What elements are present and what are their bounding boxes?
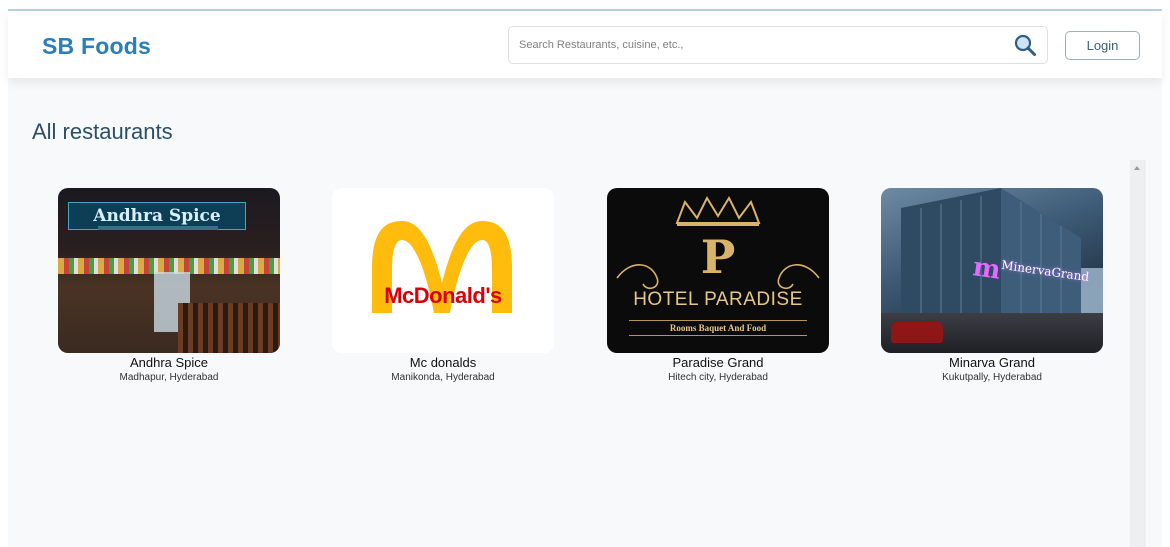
- restaurant-location: Madhapur, Hyderabad: [119, 372, 219, 383]
- image-brand-text: HOTEL PARADISE: [633, 289, 803, 310]
- mcdonalds-arches-logo: [372, 221, 512, 313]
- search-box: [508, 26, 1048, 64]
- navbar: SB Foods Login: [8, 11, 1162, 78]
- image-subtext: Rooms Baquet And Food: [629, 320, 807, 336]
- image-decoration: [891, 321, 943, 343]
- restaurant-image[interactable]: Andhra Spice: [58, 188, 280, 353]
- restaurant-name[interactable]: Paradise Grand: [606, 355, 830, 370]
- image-brand-text: McDonald's: [384, 283, 502, 308]
- vertical-scrollbar[interactable]: [1130, 160, 1146, 547]
- restaurant-location: Kukutpally, Hyderabad: [942, 372, 1042, 383]
- image-decoration: [98, 226, 218, 230]
- search-input[interactable]: [509, 27, 999, 63]
- restaurant-image[interactable]: P HOTEL PARADISE Rooms Baquet And Food: [607, 188, 829, 353]
- restaurant-card[interactable]: McDonald's Mc donalds Manikonda, Hyderab…: [331, 188, 555, 383]
- image-decoration: [178, 303, 280, 353]
- restaurant-image[interactable]: m MinervaGrand: [881, 188, 1103, 353]
- restaurant-card[interactable]: P HOTEL PARADISE Rooms Baquet And Food P…: [606, 188, 830, 383]
- image-logo-letter: P: [700, 230, 736, 284]
- restaurant-name[interactable]: Mc donalds: [331, 355, 555, 370]
- restaurant-list: Andhra Spice Andhra Spice Madhapur, Hyde…: [10, 160, 1145, 547]
- scroll-up-arrow-icon[interactable]: [1134, 166, 1140, 170]
- restaurant-card[interactable]: Andhra Spice Andhra Spice Madhapur, Hyde…: [57, 188, 281, 383]
- restaurant-name[interactable]: Minarva Grand: [880, 355, 1104, 370]
- page-title: All restaurants: [32, 119, 173, 144]
- restaurant-image[interactable]: McDonald's: [332, 188, 554, 353]
- restaurant-location: Manikonda, Hyderabad: [391, 372, 495, 383]
- image-logo-letter: m: [971, 252, 1003, 286]
- search-icon[interactable]: [1013, 33, 1037, 57]
- restaurant-card[interactable]: m MinervaGrand Minarva Grand Kukutpally,…: [880, 188, 1104, 383]
- restaurant-location: Hitech city, Hyderabad: [668, 372, 768, 383]
- restaurant-name[interactable]: Andhra Spice: [57, 355, 281, 370]
- app-window: SB Foods Login All restaurants Andhra Sp…: [0, 0, 1170, 547]
- login-button[interactable]: Login: [1065, 31, 1140, 60]
- brand-logo[interactable]: SB Foods: [42, 33, 151, 60]
